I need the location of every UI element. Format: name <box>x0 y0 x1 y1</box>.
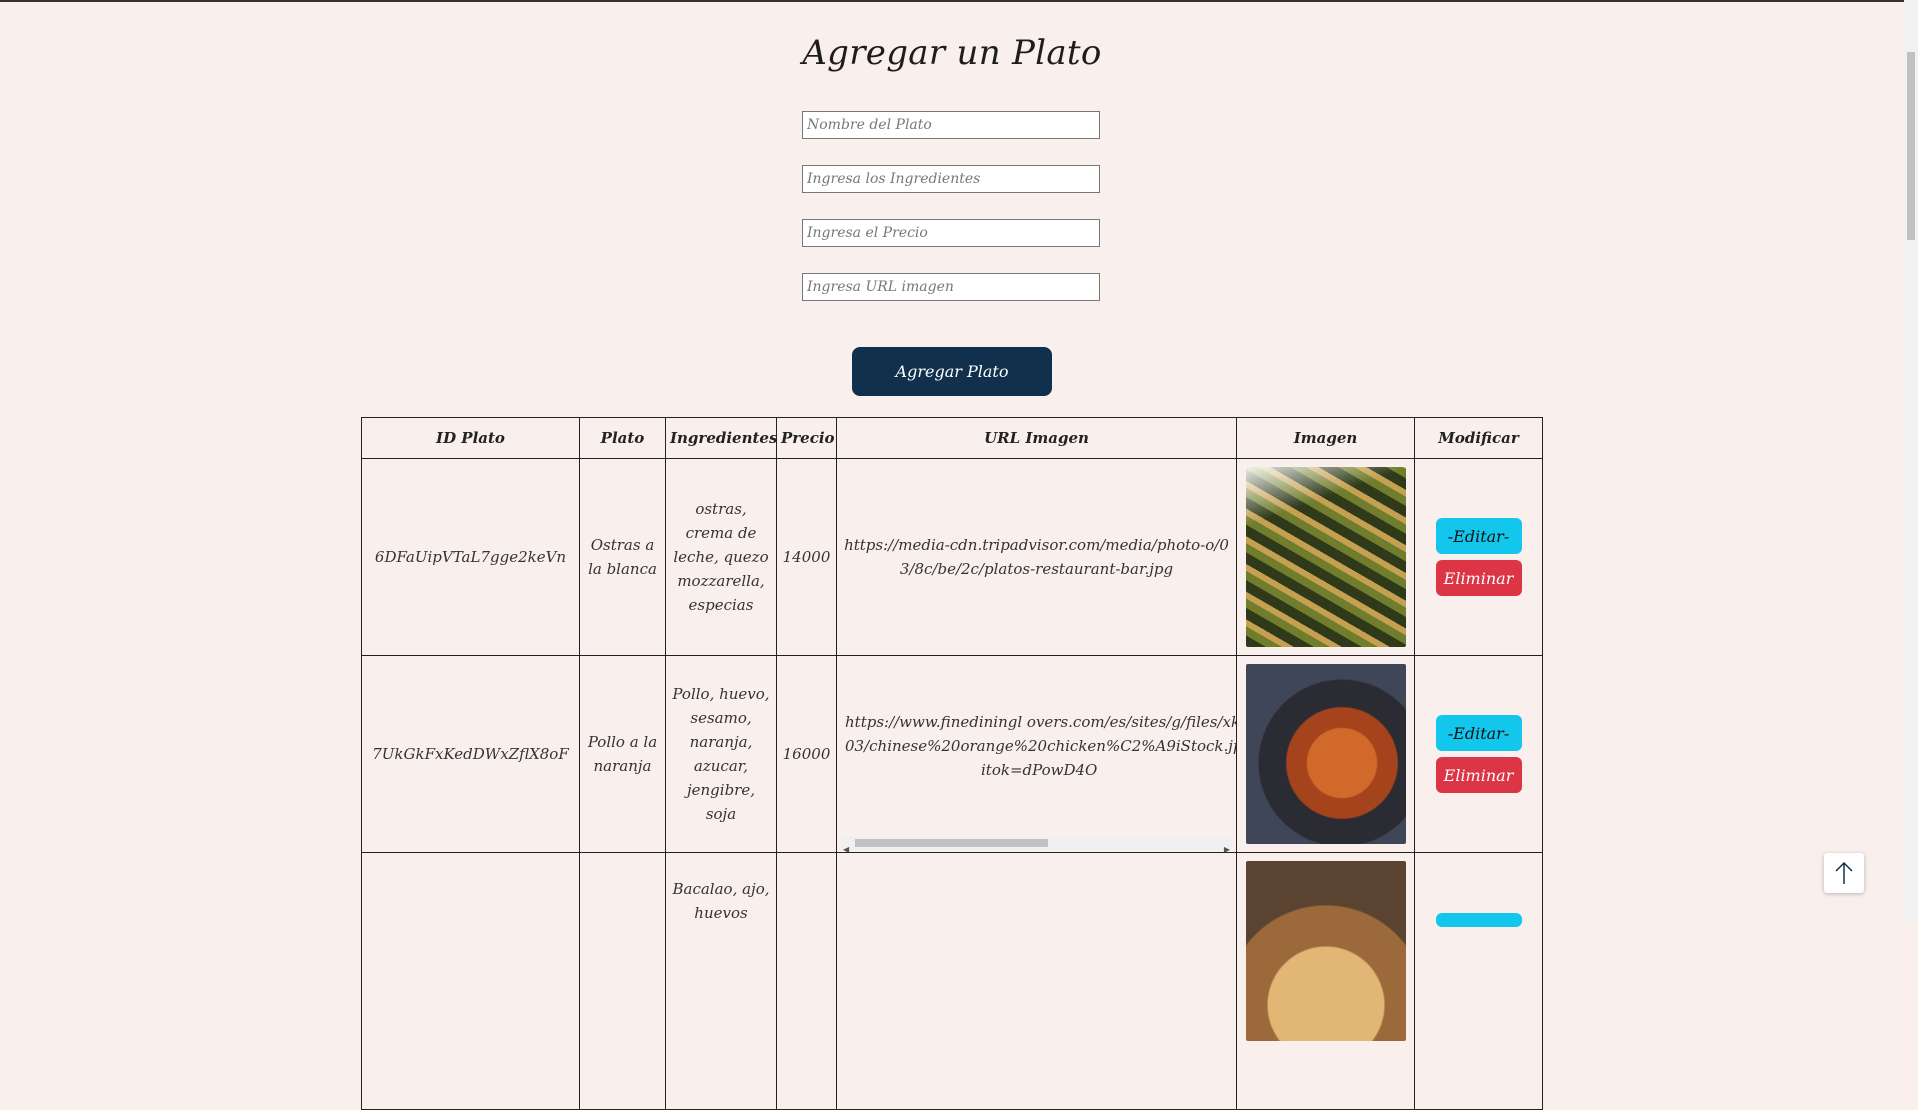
cell-ingredientes: ostras, crema de leche, quezo mozzarella… <box>665 458 777 656</box>
delete-button[interactable]: Eliminar <box>1435 757 1522 793</box>
cell-image <box>1236 852 1415 1110</box>
header-precio: Precio <box>776 417 837 459</box>
header-imagen: Imagen <box>1236 417 1415 459</box>
edit-button[interactable] <box>1435 913 1522 927</box>
url-text: https://media-cdn.tripadvisor.com/media/… <box>844 536 1229 578</box>
edit-button[interactable]: -Editar- <box>1435 715 1522 751</box>
cell-url[interactable]: https://www.finediningl overs.com/es/sit… <box>836 655 1237 853</box>
scroll-to-top-button[interactable] <box>1824 853 1864 893</box>
image-url-input[interactable] <box>802 273 1100 301</box>
cell-precio: 16000 <box>776 655 837 853</box>
dish-image <box>1245 861 1406 1041</box>
cell-url <box>836 852 1237 1110</box>
cell-image <box>1236 655 1415 853</box>
dish-image <box>1245 664 1406 844</box>
cell-plato <box>579 852 666 1110</box>
cell-id <box>361 852 580 1110</box>
cell-precio <box>776 852 837 1110</box>
table-row: 6DFaUipVTaL7gge2keVn Ostras a la blanca … <box>361 458 1543 656</box>
url-scroll-area[interactable]: https://www.finediningl overs.com/es/sit… <box>837 656 1236 852</box>
cell-id: 6DFaUipVTaL7gge2keVn <box>361 458 580 656</box>
table-header-row: ID Plato Plato Ingredientes Precio URL I… <box>361 417 1543 459</box>
scrollbar-thumb[interactable] <box>1907 52 1915 240</box>
cell-ingredientes: Bacalao, ajo, huevos <box>665 852 777 1110</box>
url-line: https://www.finediningl overs.com/es/sit… <box>845 713 1236 731</box>
url-line: 03/chinese%20orange%20chicken%C2%A9iStoc… <box>845 737 1236 755</box>
url-line: itok=dPowD4O <box>981 761 1098 779</box>
scrollbar-thumb[interactable] <box>855 839 1048 847</box>
header-plato: Plato <box>579 417 666 459</box>
scroll-right-icon[interactable]: ▶ <box>1224 838 1230 852</box>
cell-plato: Ostras a la blanca <box>579 458 666 656</box>
cell-actions: -Editar- Eliminar <box>1414 655 1543 853</box>
header-modificar: Modificar <box>1414 417 1543 459</box>
page-title: Agregar un Plato <box>802 33 1102 73</box>
header-ingredientes: Ingredientes <box>665 417 777 459</box>
edit-button[interactable]: -Editar- <box>1435 518 1522 554</box>
ingredients-input[interactable] <box>802 165 1100 193</box>
top-border <box>0 0 1918 2</box>
arrow-up-icon <box>1835 861 1853 884</box>
cell-actions: -Editar- Eliminar <box>1414 458 1543 656</box>
cell-actions <box>1414 852 1543 1110</box>
cell-ingredientes: Pollo, huevo, sesamo, naranja, azucar, j… <box>665 655 777 853</box>
header-url: URL Imagen <box>836 417 1237 459</box>
price-input[interactable] <box>802 219 1100 247</box>
horizontal-scrollbar[interactable]: ◀ ▶ <box>841 836 1232 852</box>
cell-id: 7UkGkFxKedDWxZflX8oF <box>361 655 580 853</box>
dish-image <box>1245 467 1406 647</box>
dish-name-input[interactable] <box>802 111 1100 139</box>
add-dish-button[interactable]: Agregar Plato <box>852 347 1052 396</box>
table-row: Bacalao, ajo, huevos <box>361 852 1543 1110</box>
header-id: ID Plato <box>361 417 580 459</box>
cell-plato: Pollo a la naranja <box>579 655 666 853</box>
delete-button[interactable]: Eliminar <box>1435 560 1522 596</box>
cell-image <box>1236 458 1415 656</box>
cell-precio: 14000 <box>776 458 837 656</box>
scroll-left-icon[interactable]: ◀ <box>843 838 849 852</box>
cell-url: https://media-cdn.tripadvisor.com/media/… <box>836 458 1237 656</box>
vertical-scrollbar[interactable] <box>1904 0 1918 919</box>
table-row: 7UkGkFxKedDWxZflX8oF Pollo a la naranja … <box>361 655 1543 853</box>
dishes-table: ID Plato Plato Ingredientes Precio URL I… <box>361 417 1543 1110</box>
